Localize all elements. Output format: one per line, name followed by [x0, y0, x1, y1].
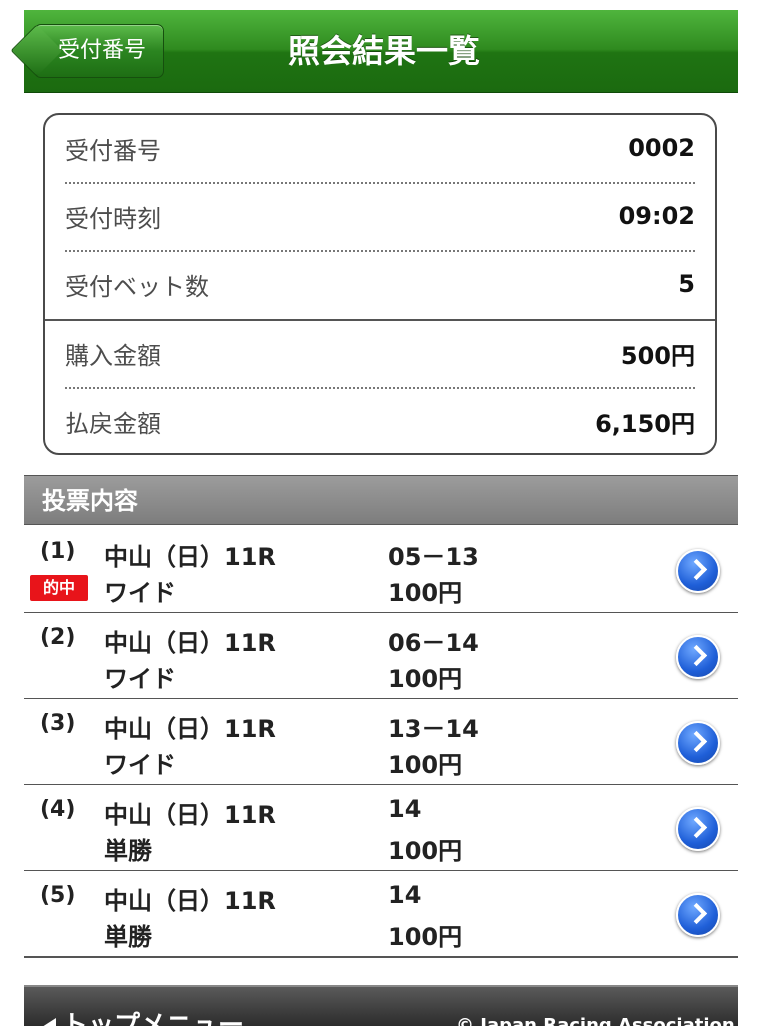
- info-row-purchase-amount: 購入金額 500円: [65, 320, 695, 386]
- bet-type: ワイド: [104, 659, 176, 694]
- bet-row[interactable]: (2) 中山（日）11R ワイド 06－14 100円: [24, 613, 738, 700]
- bet-number: (3): [40, 711, 75, 736]
- info-row-receipt-time: 受付時刻 09:02: [65, 183, 695, 249]
- bet-combination: 14: [388, 795, 421, 823]
- back-button-label: 受付番号: [52, 38, 146, 63]
- bet-race: 中山（日）11R: [104, 537, 276, 572]
- section-header-bets: 投票内容: [24, 475, 738, 525]
- info-label: 購入金額: [65, 336, 161, 371]
- bet-race: 中山（日）11R: [104, 709, 276, 744]
- info-label: 受付番号: [65, 131, 161, 166]
- bet-combination: 14: [388, 881, 421, 909]
- bet-number: (1): [40, 539, 75, 564]
- bet-combination: 05－13: [388, 537, 479, 572]
- bet-row[interactable]: (4) 中山（日）11R 単勝 14 100円: [24, 785, 738, 872]
- detail-disclosure-icon[interactable]: [676, 807, 720, 851]
- info-value: 09:02: [619, 202, 695, 230]
- hit-badge: 的中: [30, 575, 88, 601]
- receipt-summary-box: 受付番号 0002 受付時刻 09:02 受付ベット数 5 購入金額 500円 …: [43, 113, 717, 455]
- back-button[interactable]: 受付番号: [34, 24, 164, 78]
- info-label: 受付時刻: [65, 199, 161, 234]
- info-label: 払戻金額: [65, 404, 161, 439]
- back-triangle-icon: [42, 1018, 56, 1026]
- bet-number: (2): [40, 625, 75, 650]
- info-value: 500円: [621, 336, 695, 371]
- info-label: 受付ベット数: [65, 267, 209, 302]
- detail-disclosure-icon[interactable]: [676, 549, 720, 593]
- bet-type: ワイド: [104, 573, 176, 608]
- app-screen: 受付番号 照会結果一覧 受付番号 0002 受付時刻 09:02 受付ベット数 …: [24, 0, 738, 1024]
- info-value: 5: [678, 270, 695, 298]
- bet-combination: 06－14: [388, 623, 479, 658]
- bet-type: ワイド: [104, 745, 176, 780]
- info-row-bet-count: 受付ベット数 5: [65, 251, 695, 317]
- bet-race: 中山（日）11R: [104, 623, 276, 658]
- copyright-text: © Japan Racing Association: [456, 1015, 735, 1026]
- info-row-receipt-number: 受付番号 0002: [65, 115, 695, 181]
- info-row-payout-amount: 払戻金額 6,150円: [65, 388, 695, 454]
- bet-number: (5): [40, 883, 75, 908]
- bet-amount: 100円: [388, 573, 462, 608]
- bet-amount: 100円: [388, 745, 462, 780]
- bet-number: (4): [40, 797, 75, 822]
- detail-disclosure-icon[interactable]: [676, 635, 720, 679]
- page-title: 照会結果一覧: [224, 10, 544, 92]
- bet-race: 中山（日）11R: [104, 881, 276, 916]
- bet-row[interactable]: (1) 的中 中山（日）11R ワイド 05－13 100円: [24, 527, 738, 614]
- detail-disclosure-icon[interactable]: [676, 721, 720, 765]
- bet-row[interactable]: (5) 中山（日）11R 単勝 14 100円: [24, 871, 738, 958]
- bet-amount: 100円: [388, 831, 462, 866]
- bet-combination: 13－14: [388, 709, 479, 744]
- detail-disclosure-icon[interactable]: [676, 893, 720, 937]
- navigation-bar: 受付番号 照会結果一覧: [24, 10, 738, 93]
- bet-type: 単勝: [104, 831, 152, 866]
- bet-amount: 100円: [388, 659, 462, 694]
- bet-type: 単勝: [104, 917, 152, 952]
- top-menu-link[interactable]: トップメニュー: [42, 1005, 244, 1026]
- info-value: 6,150円: [595, 404, 695, 439]
- bet-amount: 100円: [388, 917, 462, 952]
- info-value: 0002: [628, 134, 695, 162]
- bet-race: 中山（日）11R: [104, 795, 276, 830]
- bet-row[interactable]: (3) 中山（日）11R ワイド 13－14 100円: [24, 699, 738, 786]
- footer-bar: トップメニュー © Japan Racing Association: [24, 985, 738, 1026]
